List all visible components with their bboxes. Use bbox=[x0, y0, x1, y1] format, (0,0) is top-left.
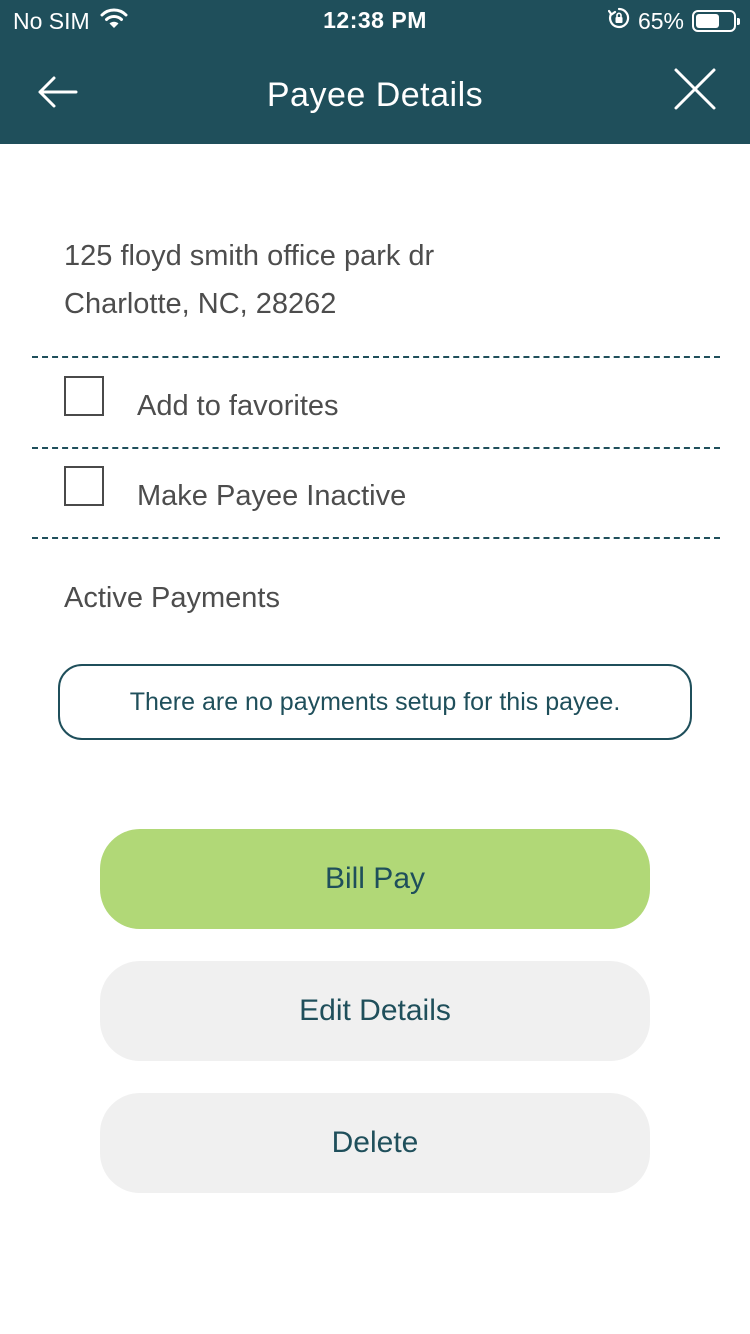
add-to-favorites-option[interactable]: Add to favorites bbox=[64, 376, 714, 436]
inactive-checkbox[interactable] bbox=[64, 466, 104, 506]
divider bbox=[32, 447, 720, 449]
address-line-2: Charlotte, NC, 28262 bbox=[64, 288, 337, 320]
bill-pay-button[interactable]: Bill Pay bbox=[100, 829, 650, 929]
payee-address: 125 floyd smith office park dr Charlotte… bbox=[64, 232, 434, 328]
battery-percent: 65% bbox=[637, 7, 684, 34]
divider bbox=[32, 537, 720, 539]
active-payments-heading: Active Payments bbox=[64, 582, 280, 614]
status-bar: No SIM 12:38 PM 65% bbox=[0, 0, 750, 40]
battery-cap bbox=[737, 18, 740, 25]
address-line-1: 125 floyd smith office park dr bbox=[64, 240, 435, 272]
status-right: 65% bbox=[607, 7, 740, 35]
favorites-label: Add to favorites bbox=[137, 390, 339, 422]
make-payee-inactive-option[interactable]: Make Payee Inactive bbox=[64, 466, 714, 526]
navigation-bar: Payee Details bbox=[0, 40, 750, 144]
rotation-lock-icon bbox=[607, 7, 630, 35]
inactive-label: Make Payee Inactive bbox=[137, 480, 407, 512]
no-payments-message: There are no payments setup for this pay… bbox=[58, 664, 692, 740]
battery-fill bbox=[696, 14, 719, 28]
close-button[interactable] bbox=[672, 66, 718, 112]
edit-details-button[interactable]: Edit Details bbox=[100, 961, 650, 1061]
page-title: Payee Details bbox=[266, 76, 484, 114]
close-icon bbox=[674, 68, 716, 110]
divider bbox=[32, 356, 720, 358]
delete-button[interactable]: Delete bbox=[100, 1093, 650, 1193]
battery-icon bbox=[692, 10, 740, 32]
favorites-checkbox[interactable] bbox=[64, 376, 104, 416]
